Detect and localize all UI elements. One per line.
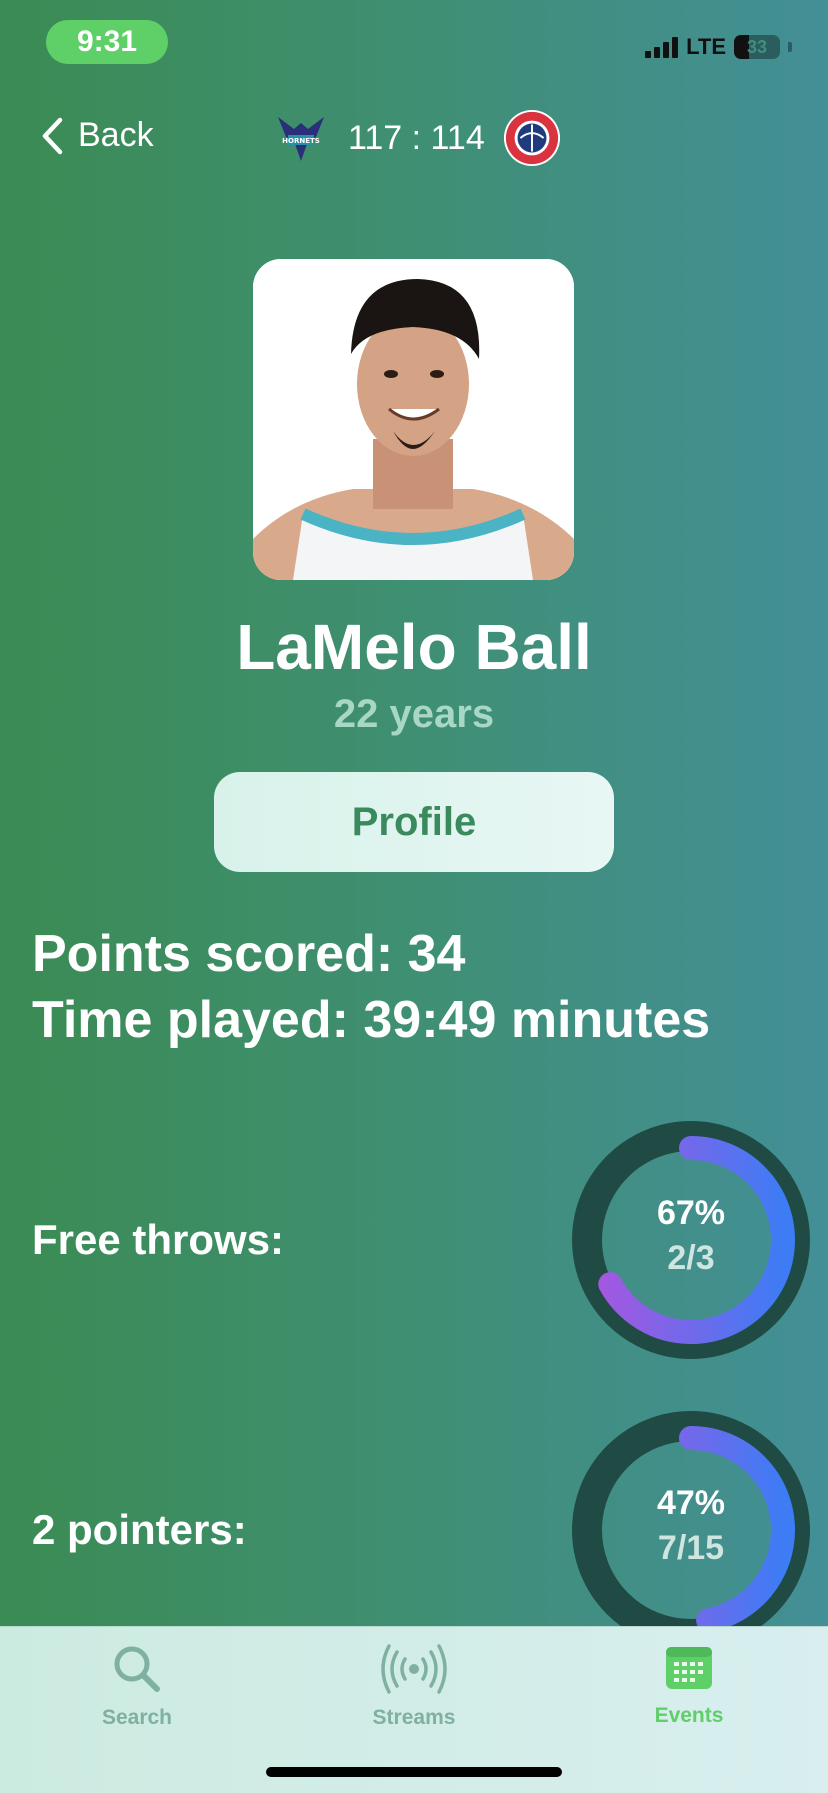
search-icon bbox=[114, 1646, 160, 1692]
svg-text:HORNETS: HORNETS bbox=[282, 137, 320, 145]
two-pointers-values: 47% 7/15 bbox=[570, 1484, 812, 1568]
chevron-left-icon bbox=[42, 117, 63, 154]
status-indicators: LTE 33 bbox=[645, 34, 792, 60]
player-name: LaMelo Ball bbox=[236, 611, 592, 683]
score-text: 117 : 114 bbox=[348, 118, 485, 157]
free-throws-values: 67% 2/3 bbox=[570, 1194, 812, 1278]
home-indicator bbox=[266, 1767, 562, 1777]
two-pointers-fraction: 7/15 bbox=[657, 1529, 725, 1567]
tab-events-label: Events bbox=[654, 1704, 724, 1727]
points-scored: Points scored: 34 bbox=[32, 925, 466, 983]
free-throws-fraction: 2/3 bbox=[667, 1239, 715, 1277]
tab-streams-label: Streams bbox=[372, 1706, 456, 1729]
battery-icon: 33 bbox=[734, 35, 780, 59]
player-age: 22 years bbox=[333, 692, 495, 736]
free-throws-percent: 67% bbox=[656, 1194, 726, 1232]
profile-button[interactable]: Profile bbox=[214, 772, 614, 872]
wizards-logo-icon bbox=[503, 109, 561, 167]
free-throws-label: Free throws: bbox=[32, 1216, 285, 1263]
network-type: LTE bbox=[686, 34, 726, 59]
time-played: Time played: 39:49 minutes bbox=[32, 991, 711, 1049]
two-pointers-label: 2 pointers: bbox=[32, 1506, 247, 1553]
tab-streams[interactable]: Streams bbox=[324, 1643, 504, 1730]
signal-icon bbox=[645, 36, 679, 58]
battery-level: 33 bbox=[746, 37, 768, 57]
back-button[interactable]: Back bbox=[40, 116, 154, 155]
tab-search[interactable]: Search bbox=[47, 1643, 227, 1730]
hornets-logo-icon: HORNETS bbox=[272, 110, 330, 166]
broadcast-icon bbox=[381, 1644, 447, 1694]
player-photo bbox=[253, 259, 574, 580]
back-label: Back bbox=[78, 116, 154, 154]
game-score: HORNETS 117 : 114 bbox=[272, 109, 561, 167]
tab-search-label: Search bbox=[101, 1706, 173, 1729]
two-pointers-percent: 47% bbox=[656, 1484, 726, 1522]
status-time: 9:31 bbox=[46, 20, 168, 64]
tab-events[interactable]: Events bbox=[599, 1643, 779, 1728]
calendar-icon bbox=[666, 1647, 712, 1689]
